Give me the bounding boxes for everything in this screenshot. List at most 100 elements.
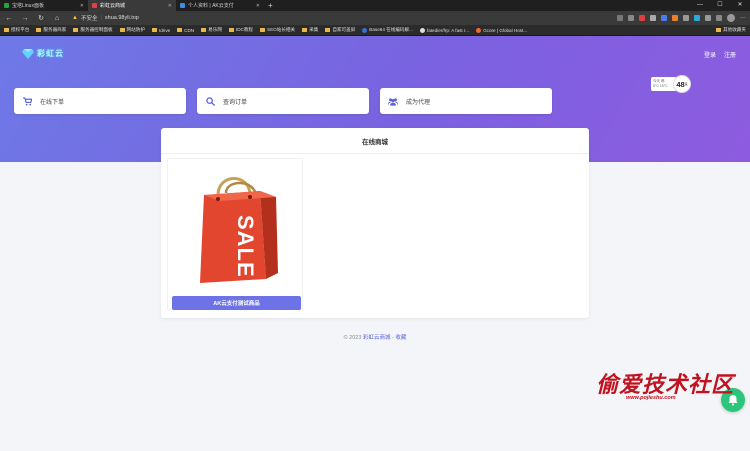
- order-online-label: 在线下单: [40, 99, 65, 106]
- extensions-area: ···: [617, 14, 746, 22]
- bookmark-item[interactable]: Gcore | Global Host...: [476, 27, 528, 33]
- become-agent-button[interactable]: 成为代理: [380, 88, 552, 114]
- bookmark-item[interactable]: 服务器控制面板: [73, 27, 113, 33]
- gcore-icon: [476, 27, 482, 33]
- footer-separator: -: [392, 335, 394, 341]
- browser-tab-bar: 宝塔Linux面板 ✕ 彩虹云商城 ✕ 个人资料 | AK云支付 ✕ + — ☐…: [0, 0, 750, 11]
- folder-icon: [716, 28, 722, 32]
- bookmark-item[interactable]: 授权平台: [4, 27, 29, 33]
- extension-orange-icon[interactable]: [672, 15, 678, 21]
- tab-title: 个人资料 | AK云支付: [188, 3, 234, 9]
- bookmark-item[interactable]: Idrive: [151, 27, 171, 33]
- sale-bag-image[interactable]: SALE: [190, 167, 282, 287]
- login-link[interactable]: 登录: [704, 50, 716, 59]
- close-icon[interactable]: ✕: [256, 3, 260, 9]
- tab-favicon: [92, 3, 97, 8]
- aqi-value: 48: [676, 79, 685, 89]
- bookmark-label: Base64 在线编码解...: [369, 27, 413, 32]
- weather-widget[interactable]: 今天 晴 5°C 15°C 48 良: [651, 75, 691, 93]
- extension-teal-icon[interactable]: [694, 15, 700, 21]
- tab-rainbow-mall[interactable]: 彩虹云商城 ✕: [88, 0, 176, 11]
- query-order-button[interactable]: 查询订单: [197, 88, 369, 114]
- minimize-icon[interactable]: —: [690, 0, 710, 11]
- footer-site-link[interactable]: 彩虹云商城: [363, 335, 391, 341]
- search-icon: [205, 96, 215, 106]
- bookmark-label: 自家可盖屏: [332, 27, 356, 32]
- watermark-url: www.pojieshu.com: [626, 395, 676, 401]
- url-text: shua.98yli.top: [104, 15, 139, 21]
- bookmark-item[interactable]: 自家可盖屏: [325, 27, 355, 33]
- extension-red-icon[interactable]: [639, 15, 645, 21]
- order-online-button[interactable]: 在线下单: [14, 88, 186, 114]
- weather-line-2: 5°C 15°C: [653, 84, 668, 88]
- footer-favorite-link[interactable]: 收藏: [395, 335, 406, 341]
- logo-text: 彩虹云: [37, 49, 64, 58]
- folder-icon: [228, 28, 234, 32]
- tab-baota[interactable]: 宝塔Linux面板 ✕: [0, 0, 88, 11]
- diamond-icon: [22, 48, 34, 59]
- close-icon[interactable]: ✕: [80, 3, 84, 9]
- aqi-badge: 48 良: [673, 75, 691, 93]
- bookmark-label: 易乐网: [208, 27, 222, 32]
- folder-icon: [73, 28, 79, 32]
- copyright-text: © 2023: [343, 335, 362, 341]
- bookmark-label: SEO站长相关: [267, 27, 296, 32]
- profile-avatar-icon[interactable]: [727, 14, 735, 22]
- favorite-star-icon[interactable]: [628, 15, 634, 21]
- other-favorites[interactable]: 其他收藏夹: [716, 27, 746, 33]
- aqi-unit: 良: [684, 82, 688, 86]
- bookmark-label: IDC教程: [235, 27, 254, 32]
- collections-icon[interactable]: [683, 15, 689, 21]
- product-name-button[interactable]: AK云支付测试商品: [172, 296, 301, 310]
- warning-icon: ▲: [72, 15, 78, 21]
- folder-icon: [325, 28, 331, 32]
- bookmark-label: Idrive: [158, 27, 171, 33]
- forward-icon[interactable]: →: [20, 15, 30, 22]
- bookmark-item[interactable]: CDN: [177, 28, 194, 33]
- product-card[interactable]: SALE AK云支付测试商品: [167, 158, 303, 310]
- folder-icon: [36, 28, 42, 32]
- new-tab-button[interactable]: +: [264, 0, 277, 11]
- tab-ak-pay[interactable]: 个人资料 | AK云支付 ✕: [176, 0, 264, 11]
- online-mall-panel: 在线商城 SALE AK云支付测试商品: [161, 128, 589, 318]
- browser-toolbar: ← → ↻ ⌂ ▲ 不安全 | shua.98yli.top ···: [0, 11, 750, 25]
- refresh-icon[interactable]: ↻: [36, 14, 46, 22]
- tab-favicon: [180, 3, 185, 8]
- bookmarks-bar: 授权平台 服务器商家 服务器控制面板 网站防护 Idrive CDN 易乐网 I…: [0, 25, 750, 36]
- extension-blue-icon[interactable]: [661, 15, 667, 21]
- folder-icon: [119, 28, 125, 32]
- site-logo[interactable]: 彩虹云: [22, 48, 64, 59]
- extension-gray-icon[interactable]: [650, 15, 656, 21]
- register-link[interactable]: 注册: [724, 50, 736, 59]
- bookmark-item[interactable]: 服务器商家: [36, 27, 66, 33]
- users-icon: [388, 96, 398, 106]
- read-aloud-icon[interactable]: [617, 15, 623, 21]
- favorites-icon[interactable]: [705, 15, 711, 21]
- back-icon[interactable]: ←: [4, 15, 14, 22]
- bookmark-label: 网站防护: [126, 27, 145, 32]
- bookmark-item[interactable]: 采集: [302, 27, 318, 33]
- bookmark-item[interactable]: 网站防护: [119, 27, 145, 33]
- folder-icon: [260, 28, 266, 32]
- bookmark-item[interactable]: SEO站长相关: [260, 27, 295, 33]
- bookmark-item[interactable]: IDC教程: [228, 27, 254, 33]
- maximize-icon[interactable]: ☐: [710, 0, 730, 11]
- bookmark-item[interactable]: 易乐网: [201, 27, 222, 33]
- mall-title: 在线商城: [161, 128, 589, 154]
- bookmark-item[interactable]: fatedier/frp: A fast r...: [419, 27, 469, 33]
- sale-text: SALE: [233, 215, 258, 278]
- tab-title: 宝塔Linux面板: [12, 3, 44, 9]
- address-bar[interactable]: ▲ 不安全 | shua.98yli.top: [68, 13, 588, 23]
- close-window-icon[interactable]: ✕: [730, 0, 750, 11]
- bookmark-label: 服务器控制面板: [80, 27, 113, 32]
- url-separator: |: [100, 15, 102, 21]
- cart-icon: [22, 96, 32, 106]
- folder-icon: [151, 28, 157, 32]
- more-menu-icon[interactable]: ···: [740, 15, 746, 21]
- close-icon[interactable]: ✕: [168, 3, 172, 9]
- bookmark-label: Gcore | Global Host...: [483, 27, 528, 33]
- folder-icon: [201, 28, 207, 32]
- bookmark-item[interactable]: Base64 在线编码解...: [362, 27, 413, 33]
- collections-icon-2[interactable]: [716, 15, 722, 21]
- home-icon[interactable]: ⌂: [52, 15, 62, 22]
